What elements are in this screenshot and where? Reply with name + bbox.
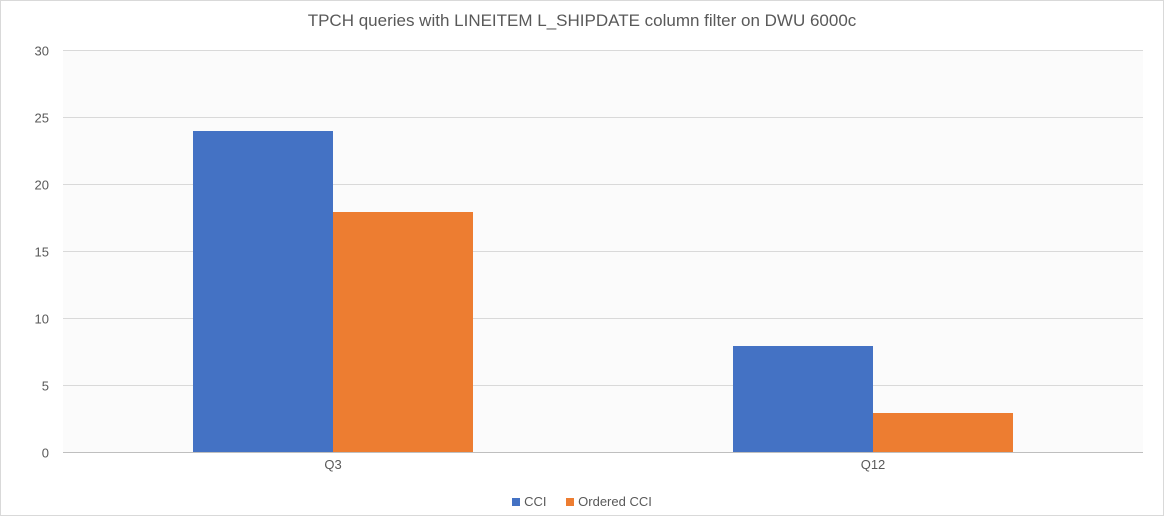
ytick-15: 15 — [1, 245, 57, 260]
ytick-20: 20 — [1, 178, 57, 193]
legend-item-cci: CCI — [512, 494, 546, 509]
legend-swatch-ordered — [566, 498, 574, 506]
bar-q3-cci — [193, 131, 333, 453]
xcat-q12: Q12 — [861, 457, 886, 472]
gridline — [63, 117, 1143, 118]
x-axis-baseline — [63, 452, 1143, 453]
legend-swatch-cci — [512, 498, 520, 506]
bar-q12-ordered — [873, 413, 1013, 453]
bar-q12-cci — [733, 346, 873, 453]
chart-container: TPCH queries with LINEITEM L_SHIPDATE co… — [0, 0, 1164, 516]
ytick-5: 5 — [1, 379, 57, 394]
ytick-10: 10 — [1, 312, 57, 327]
ytick-30: 30 — [1, 44, 57, 59]
legend: CCI Ordered CCI — [1, 494, 1163, 510]
gridline — [63, 50, 1143, 51]
legend-item-ordered: Ordered CCI — [566, 494, 652, 509]
ytick-25: 25 — [1, 111, 57, 126]
ytick-0: 0 — [1, 446, 57, 461]
legend-label-ordered: Ordered CCI — [578, 494, 652, 509]
plot-area — [63, 51, 1143, 453]
xcat-q3: Q3 — [324, 457, 341, 472]
chart-title: TPCH queries with LINEITEM L_SHIPDATE co… — [1, 1, 1163, 31]
legend-label-cci: CCI — [524, 494, 546, 509]
bar-q3-ordered — [333, 212, 473, 453]
